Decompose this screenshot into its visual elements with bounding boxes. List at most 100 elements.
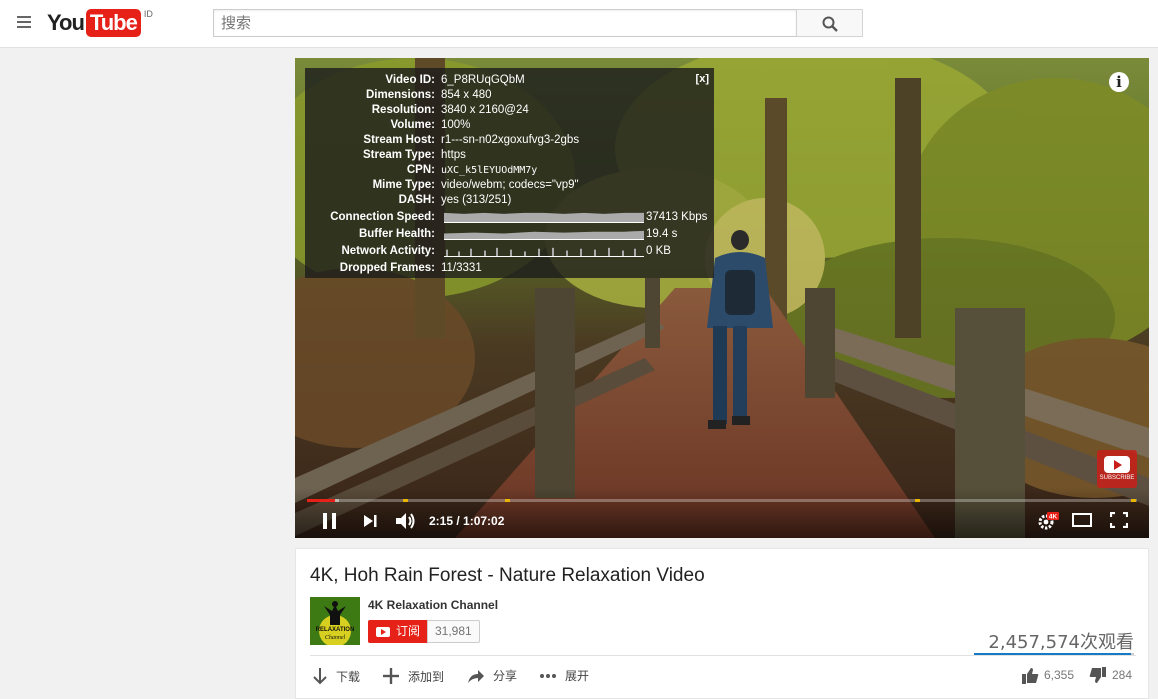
stats-for-nerds-panel: [x] Video ID: 6_P8RUqGQbM Dimensions: 854 … (305, 68, 714, 278)
stats-label: Dimensions: (365, 89, 435, 101)
ad-marker (915, 499, 920, 502)
subscribe-button[interactable]: 订阅 (368, 620, 429, 643)
search-button[interactable] (796, 9, 863, 37)
stats-graph-row: Network Activity: 0 KB (305, 244, 714, 259)
stats-value: uXC_k5lEYUOdMM7y (441, 165, 538, 176)
stats-row: Resolution: 3840 x 2160@24 (305, 103, 714, 118)
stats-row: CPN: uXC_k5lEYUOdMM7y (305, 163, 714, 178)
avatar-image: RELAXATION Channel (310, 597, 360, 645)
logo-country-code: ID (143, 9, 153, 19)
stats-value: 0 KB (646, 245, 671, 257)
fullscreen-icon[interactable] (1110, 512, 1128, 528)
stats-graph-row: Buffer Health: 19.4 s (305, 227, 714, 242)
stats-label: Resolution: (371, 104, 435, 116)
view-count: 2,457,574次观看 (988, 632, 1134, 653)
ad-marker (505, 499, 510, 502)
stats-row: Video ID: 6_P8RUqGQbM (305, 73, 714, 88)
more-label: 展开 (565, 669, 590, 683)
stats-row: Mime Type: video/webm; codecs="vp9" (305, 178, 714, 193)
stats-row: Stream Host: r1---sn-n02xgoxufvg3-2gbs (305, 133, 714, 148)
time-display: 2:15 / 1:07:02 (429, 514, 505, 528)
stats-value: 854 x 480 (441, 89, 492, 101)
info-card-icon[interactable]: i (1109, 72, 1129, 92)
ad-marker (403, 499, 408, 502)
more-dots-icon (540, 673, 556, 678)
video-info-card: 4K, Hoh Rain Forest - Nature Relaxation … (295, 548, 1149, 699)
volume-icon[interactable] (395, 511, 417, 531)
stats-label: Volume: (390, 119, 435, 131)
stats-value: r1---sn-n02xgoxufvg3-2gbs (441, 134, 580, 146)
masthead: You Tube ID (0, 0, 1158, 48)
stats-row: Dimensions: 854 x 480 (305, 88, 714, 103)
dislike-count: 284 (1112, 668, 1133, 682)
player-controls: 2:15 / 1:07:02 4K (295, 488, 1149, 538)
logo-tube: Tube (85, 9, 141, 37)
stats-row: Volume: 100% (305, 118, 714, 133)
settings-gear-icon[interactable]: 4K (1037, 511, 1059, 531)
video-player[interactable]: [x] Video ID: 6_P8RUqGQbM Dimensions: 854 … (295, 58, 1149, 538)
download-icon (313, 668, 327, 685)
svg-text:RELAXATION: RELAXATION (316, 627, 355, 633)
logo-you: You (47, 10, 85, 35)
theater-mode-icon[interactable] (1072, 513, 1092, 527)
play-logo-icon (1104, 456, 1130, 473)
stats-graph-row: Connection Speed: 37413 Kbps (305, 210, 714, 225)
stats-label: CPN: (406, 164, 435, 176)
download-label: 下载 (336, 669, 361, 684)
stats-value: 100% (441, 119, 471, 131)
svg-text:Channel: Channel (325, 635, 346, 641)
more-button[interactable]: 展开 (539, 667, 589, 684)
search-input[interactable] (213, 9, 797, 37)
buffer-health-graph (444, 230, 644, 240)
subscriber-count: 31,981 (427, 620, 480, 643)
stats-label: Buffer Health: (358, 228, 435, 240)
share-button[interactable]: 分享 (467, 667, 517, 684)
stats-value: yes (313/251) (441, 194, 512, 206)
channel-avatar[interactable]: RELAXATION Channel (310, 597, 360, 645)
share-label: 分享 (493, 669, 518, 683)
next-icon[interactable] (363, 514, 377, 528)
stats-row: Stream Type: https (305, 148, 714, 163)
stats-label: Connection Speed: (330, 211, 435, 223)
stats-value: video/webm; codecs="vp9" (441, 179, 579, 191)
like-count: 6,355 (1044, 668, 1075, 682)
dislike-icon[interactable] (1089, 667, 1107, 684)
stats-value: https (441, 149, 466, 161)
add-to-label: 添加到 (408, 669, 445, 684)
plus-icon (383, 668, 399, 684)
subscribe-label: 订阅 (396, 624, 421, 638)
search-icon (822, 16, 838, 32)
stats-row: DASH: yes (313/251) (305, 193, 714, 208)
download-button[interactable]: 下载 (312, 667, 360, 685)
watermark-text: SUBSCRIBE (1099, 475, 1135, 481)
stats-label: Network Activity: (341, 245, 435, 257)
network-activity-graph (444, 247, 644, 257)
subscribe-watermark[interactable]: SUBSCRIBE (1097, 450, 1137, 488)
stats-value: 6_P8RUqGQbM (441, 74, 525, 86)
menu-icon[interactable] (17, 16, 31, 28)
youtube-play-icon (376, 626, 390, 637)
progress-played (307, 499, 336, 502)
pause-icon[interactable] (321, 512, 339, 530)
connection-speed-graph (444, 212, 644, 223)
youtube-logo[interactable]: You Tube ID (47, 9, 153, 37)
stats-value: 19.4 s (646, 228, 678, 240)
stats-label: Video ID: (385, 74, 435, 86)
stats-label: Stream Host: (363, 134, 435, 146)
like-icon[interactable] (1021, 667, 1039, 684)
stats-label: Dropped Frames: (339, 262, 435, 274)
channel-name[interactable]: 4K Relaxation Channel (368, 598, 498, 612)
progress-bar[interactable] (307, 499, 1137, 502)
quality-badge: 4K (1049, 514, 1058, 521)
stats-value: 3840 x 2160@24 (441, 104, 529, 116)
stats-label: Stream Type: (362, 149, 435, 161)
video-title: 4K, Hoh Rain Forest - Nature Relaxation … (310, 565, 705, 586)
add-to-button[interactable]: 添加到 (382, 667, 444, 685)
share-arrow-icon (468, 669, 484, 683)
stats-label: Mime Type: (372, 179, 435, 191)
stats-label: DASH: (398, 194, 435, 206)
stats-value: 11/3331 (441, 262, 482, 274)
stats-value: 37413 Kbps (646, 211, 708, 223)
stats-row: Dropped Frames: 11/3331 (305, 261, 714, 276)
divider (310, 655, 1136, 656)
